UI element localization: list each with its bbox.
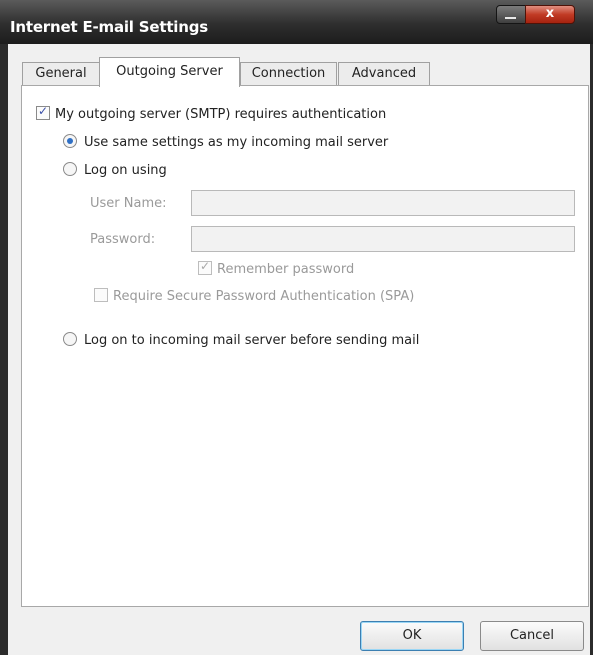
tab-connection[interactable]: Connection	[240, 62, 337, 86]
checkbox-box[interactable]	[36, 104, 50, 120]
user-name-label: User Name:	[90, 196, 167, 211]
dialog-window: Internet E-mail Settings x General Outgo…	[0, 0, 593, 655]
radio-button[interactable]	[63, 332, 77, 346]
tab-general[interactable]: General	[22, 62, 100, 86]
outgoing-server-panel: My outgoing server (SMTP) requires authe…	[21, 85, 589, 607]
spa-checkbox[interactable]: Require Secure Password Authentication (…	[94, 288, 414, 304]
remember-password-checkbox[interactable]: Remember password	[198, 259, 355, 277]
title-bar[interactable]: Internet E-mail Settings x	[0, 0, 593, 44]
ok-button[interactable]: OK	[360, 621, 464, 651]
user-name-field[interactable]	[191, 190, 575, 216]
tab-outgoing-server[interactable]: Outgoing Server	[99, 57, 240, 87]
log-on-using-label: Log on using	[84, 163, 167, 178]
checkbox-box[interactable]	[94, 288, 108, 302]
password-label: Password:	[90, 232, 156, 247]
window-title: Internet E-mail Settings	[10, 18, 208, 36]
log-on-incoming-label: Log on to incoming mail server before se…	[84, 333, 420, 348]
spa-label: Require Secure Password Authentication (…	[113, 289, 415, 304]
same-settings-label: Use same settings as my incoming mail se…	[84, 135, 389, 150]
log-on-using-radio[interactable]: Log on using	[63, 162, 167, 178]
minimize-icon[interactable]	[496, 5, 526, 24]
cancel-button[interactable]: Cancel	[480, 621, 584, 651]
checkbox-box[interactable]	[198, 259, 212, 275]
same-settings-radio[interactable]: Use same settings as my incoming mail se…	[63, 134, 388, 150]
password-field[interactable]	[191, 226, 575, 252]
radio-button[interactable]	[63, 162, 77, 176]
log-on-incoming-radio[interactable]: Log on to incoming mail server before se…	[63, 332, 419, 348]
remember-password-label: Remember password	[217, 262, 355, 277]
close-icon[interactable]: x	[525, 5, 575, 24]
smtp-auth-checkbox[interactable]: My outgoing server (SMTP) requires authe…	[36, 104, 387, 122]
radio-button[interactable]	[63, 134, 77, 148]
dialog-body: General Outgoing Server Connection Advan…	[8, 44, 590, 655]
tab-advanced[interactable]: Advanced	[338, 62, 430, 86]
smtp-auth-label: My outgoing server (SMTP) requires authe…	[55, 107, 387, 122]
